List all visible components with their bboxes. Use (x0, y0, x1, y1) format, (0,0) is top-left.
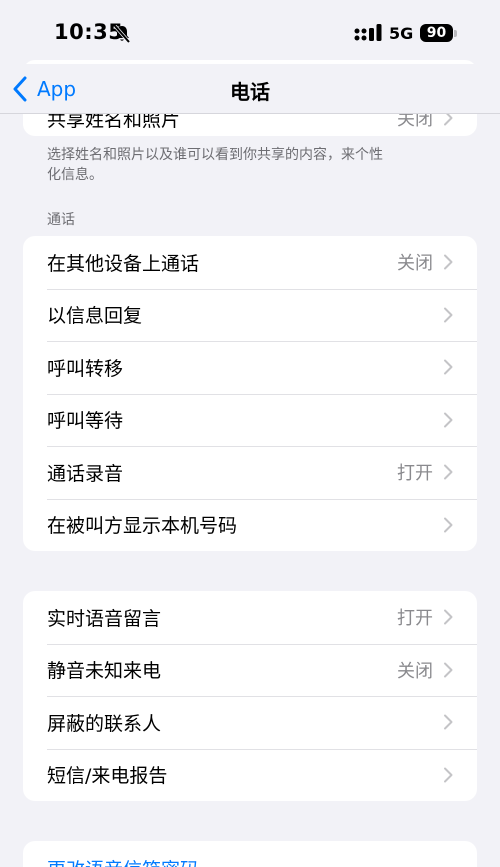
battery-level: 90 (426, 25, 447, 41)
chevron-right-icon (444, 254, 453, 270)
page-title: 电话 (230, 80, 270, 104)
live-voicemail-row[interactable]: 实时语音留言 打开 (23, 591, 477, 644)
calls-on-other-devices-row[interactable]: 在其他设备上通话 关闭 (23, 236, 477, 289)
calls-section-header: 通话 (47, 212, 75, 228)
row-label: 通话录音 (47, 462, 124, 485)
row-value: 打开 (397, 463, 433, 485)
battery-icon: 90 (420, 24, 453, 42)
row-value: 关闭 (397, 253, 433, 275)
voicemail-blocking-group: 实时语音留言 打开 静音未知来电 关闭 屏蔽的联系人 短信/来电报告 (23, 591, 477, 801)
row-value: 关闭 (397, 660, 433, 682)
navigation-bar: App 电话 (0, 64, 500, 114)
status-bar: 10:35 5G 90 (0, 0, 500, 64)
chevron-right-icon (444, 714, 453, 730)
respond-with-text-row[interactable]: 以信息回复 (23, 288, 477, 342)
chevron-right-icon (444, 609, 453, 625)
network-type: 5G (389, 24, 414, 43)
row-label: 短信/来电报告 (47, 765, 168, 788)
call-recording-row[interactable]: 通话录音 打开 (23, 446, 477, 499)
row-label: 以信息回复 (47, 305, 143, 328)
cellular-signal-icon (354, 24, 382, 41)
row-label: 在被叫方显示本机号码 (47, 515, 238, 538)
chevron-right-icon (444, 412, 453, 428)
row-label: 呼叫等待 (47, 410, 124, 433)
share-footer-note: 选择姓名和照片以及谁可以看到你共享的内容，来个性化信息。 (47, 147, 383, 183)
phone-settings-screen: 10:35 5G 90 共享姓名和照片 关闭 App 电话 选择姓名和照片以及谁… (0, 0, 500, 867)
chevron-right-icon (444, 307, 453, 323)
call-forwarding-row[interactable]: 呼叫转移 (23, 341, 477, 394)
chevron-right-icon (444, 464, 453, 480)
chevron-right-icon (444, 767, 453, 783)
calls-group: 在其他设备上通话 关闭 以信息回复 呼叫转移 呼叫等待 通话录音 打开 在被叫方… (23, 236, 477, 551)
voicemail-password-group: 更改语音信箱密码 (23, 841, 477, 867)
chevron-right-icon (444, 662, 453, 678)
change-voicemail-password-link[interactable]: 更改语音信箱密码 (47, 855, 199, 867)
row-label: 静音未知来电 (47, 660, 162, 683)
blocked-contacts-row[interactable]: 屏蔽的联系人 (23, 696, 477, 749)
sms-call-reporting-row[interactable]: 短信/来电报告 (23, 748, 477, 802)
row-label: 屏蔽的联系人 (47, 712, 162, 735)
row-label: 在其他设备上通话 (47, 252, 200, 275)
battery-tip (454, 30, 457, 37)
row-value: 打开 (397, 608, 433, 630)
row-label: 实时语音留言 (47, 607, 162, 630)
chevron-right-icon (444, 359, 453, 375)
chevron-right-icon (444, 517, 453, 533)
silent-bell-icon (113, 24, 131, 44)
row-label: 呼叫转移 (47, 357, 124, 380)
silence-unknown-callers-row[interactable]: 静音未知来电 关闭 (23, 643, 477, 697)
show-my-caller-id-row[interactable]: 在被叫方显示本机号码 (23, 498, 477, 552)
call-waiting-row[interactable]: 呼叫等待 (23, 393, 477, 447)
